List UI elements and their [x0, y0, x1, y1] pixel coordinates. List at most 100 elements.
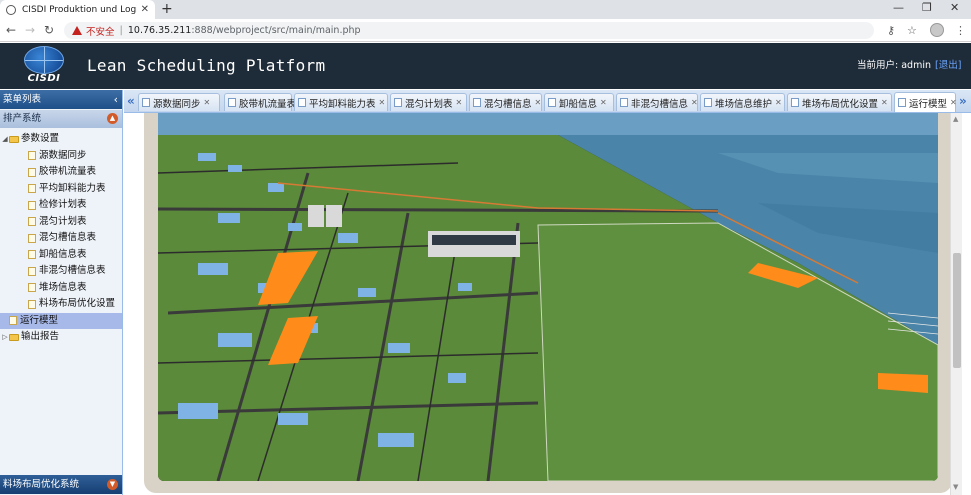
tab-item[interactable]: 源数据同步 ✕ [138, 93, 220, 111]
tab-close-icon[interactable]: ✕ [691, 98, 698, 107]
tab-label: 混匀槽信息 [484, 98, 532, 110]
tree-item-label: 检修计划表 [39, 199, 87, 210]
star-icon[interactable]: ☆ [907, 24, 917, 37]
tab-item[interactable]: 卸船信息 ✕ [544, 93, 614, 111]
model-frame [144, 113, 952, 493]
expanded-triangle-icon[interactable]: ◢ [1, 131, 9, 148]
page-icon [28, 200, 36, 210]
page-icon [28, 266, 36, 276]
tree-item[interactable]: 源数据同步 [0, 148, 122, 165]
tree-item-label: 源数据同步 [39, 149, 87, 161]
folder-icon [9, 333, 19, 341]
document-icon [548, 98, 556, 107]
sidebar: 菜单列表 ‹ 排产系统 ▲ ◢ 参数设置 源数据同步胶带机流量表 平均卸料能力表 检修计… [0, 90, 123, 495]
tree-item[interactable]: 料场布局优化设置 [0, 296, 122, 313]
tab-item[interactable]: 混匀计划表 ✕ [390, 93, 467, 111]
yard-3d-scene [158, 113, 938, 481]
document-icon [791, 98, 799, 107]
tab-close-icon[interactable]: ✕ [204, 98, 211, 107]
scroll-up-icon[interactable]: ▲ [953, 115, 958, 123]
page-icon [28, 151, 36, 161]
tree-item-label: 输出报告 [21, 331, 60, 342]
tab-close-icon[interactable]: ✕ [535, 98, 542, 107]
tree-item[interactable]: 非混匀槽信息表 [0, 263, 122, 280]
tree-item[interactable]: 胶带机流量表 [0, 164, 122, 181]
accordion-header-scheduling[interactable]: 排产系统 ▲ [0, 110, 122, 128]
page-icon [28, 283, 36, 293]
new-tab-icon[interactable]: + [161, 1, 173, 17]
content-scrollbar[interactable]: ▲ ▼ [950, 113, 962, 495]
app-header: CISDI Lean Scheduling Platform 当前用户: adm… [0, 43, 971, 89]
tab-close-icon[interactable]: ✕ [775, 98, 782, 107]
url-input[interactable]: 不安全 | 10.76.35.211:888/webproject/src/ma… [64, 22, 874, 39]
page-icon [28, 299, 36, 309]
back-icon[interactable]: ← [3, 23, 19, 37]
not-secure-label: 不安全 [86, 26, 115, 38]
chevron-down-icon[interactable]: ▼ [107, 479, 118, 490]
scroll-thumb[interactable] [953, 253, 961, 368]
tab-item[interactable]: 混匀槽信息 ✕ [469, 93, 542, 111]
chevron-up-icon[interactable]: ▲ [107, 113, 118, 124]
tab-close-icon[interactable]: ✕ [950, 98, 957, 107]
tree-item[interactable]: 检修计划表 [0, 197, 122, 214]
tree-item[interactable]: 混匀计划表 [0, 214, 122, 231]
tree-item[interactable]: ◢ 参数设置 [0, 131, 122, 148]
minimize-icon[interactable]: — [893, 1, 904, 14]
tab-item[interactable]: 堆场布局优化设置 ✕ [787, 93, 892, 111]
tree-item[interactable]: 卸船信息表 [0, 247, 122, 264]
tree-item-label: 混匀计划表 [39, 215, 87, 227]
menu-title: 菜单列表 [3, 94, 42, 105]
tab-scroll-right-icon[interactable]: » [959, 94, 967, 108]
tree-item[interactable]: 运行模型 [0, 312, 122, 329]
scroll-down-icon[interactable]: ▼ [953, 483, 958, 491]
address-bar: ← → ↻ 不安全 | 10.76.35.211:888/webproject/… [0, 19, 971, 42]
tab-scroll-left-icon[interactable]: « [127, 94, 135, 108]
restore-icon[interactable]: ❐ [922, 1, 932, 14]
tab-close-icon[interactable]: ✕ [881, 98, 888, 107]
tab-label: 源数据同步 [153, 98, 201, 110]
page-icon [28, 250, 36, 260]
close-icon[interactable]: ✕ [141, 4, 149, 15]
3d-yard-viewport[interactable] [158, 113, 938, 481]
panel-title: 排产系统 [3, 113, 42, 124]
tab-label: 堆场信息维护 [715, 98, 773, 110]
tab-label: 混匀计划表 [405, 98, 453, 110]
logo-text: CISDI [27, 73, 61, 84]
tree-item-label: 料场布局优化设置 [39, 298, 116, 309]
collapse-left-icon[interactable]: ‹ [114, 90, 118, 109]
tab-item[interactable]: 非混匀槽信息 ✕ [616, 93, 698, 111]
collapsed-triangle-icon[interactable]: ▷ [1, 329, 9, 346]
tree-item[interactable]: 混匀槽信息表 [0, 230, 122, 247]
tree-item-label: 胶带机流量表 [39, 166, 97, 177]
profile-icon[interactable] [930, 23, 944, 37]
browser-tab[interactable]: CISDI Produktion und Logistik ✕ [0, 0, 155, 19]
tree-item[interactable]: ▷ 输出报告 [0, 329, 122, 346]
tab-label: 平均卸料能力表 [309, 98, 376, 110]
accordion-header-layout-optimization[interactable]: 料场布局优化系统 ▼ [0, 475, 122, 494]
tab-item[interactable]: 堆场信息维护 ✕ [700, 93, 785, 111]
document-icon [298, 98, 306, 107]
menu-dots-icon[interactable]: ⋮ [955, 24, 966, 37]
globe-logo-icon [24, 46, 64, 74]
menu-tree: ◢ 参数设置 源数据同步胶带机流量表 平均卸料能力表 检修计划表混匀计划表混匀槽信息表卸… [0, 131, 122, 346]
browser-tab-title: CISDI Produktion und Logistik [22, 4, 137, 15]
document-icon [473, 98, 481, 107]
tree-item-label: 运行模型 [20, 314, 59, 326]
document-icon [228, 98, 236, 107]
tree-item[interactable]: 平均卸料能力表 [0, 181, 122, 198]
window-close-icon[interactable]: ✕ [950, 1, 959, 14]
forward-icon[interactable]: → [22, 23, 38, 37]
logout-link[interactable]: [退出] [935, 57, 961, 71]
tab-close-icon[interactable]: ✕ [600, 98, 607, 107]
document-icon [394, 98, 402, 107]
reload-icon[interactable]: ↻ [41, 23, 57, 37]
tree-item-label: 平均卸料能力表 [39, 182, 106, 194]
tab-close-icon[interactable]: ✕ [456, 98, 463, 107]
tree-item[interactable]: 堆场信息表 [0, 280, 122, 297]
tab-close-icon[interactable]: ✕ [379, 98, 386, 107]
tab-label: 非混匀槽信息 [631, 98, 689, 110]
key-icon[interactable]: ⚷ [887, 24, 895, 37]
tab-item[interactable]: 运行模型 ✕ [894, 92, 957, 112]
tab-item[interactable]: 胶带机流量表✕ [224, 93, 306, 111]
tab-item[interactable]: 平均卸料能力表 ✕ [294, 93, 388, 111]
